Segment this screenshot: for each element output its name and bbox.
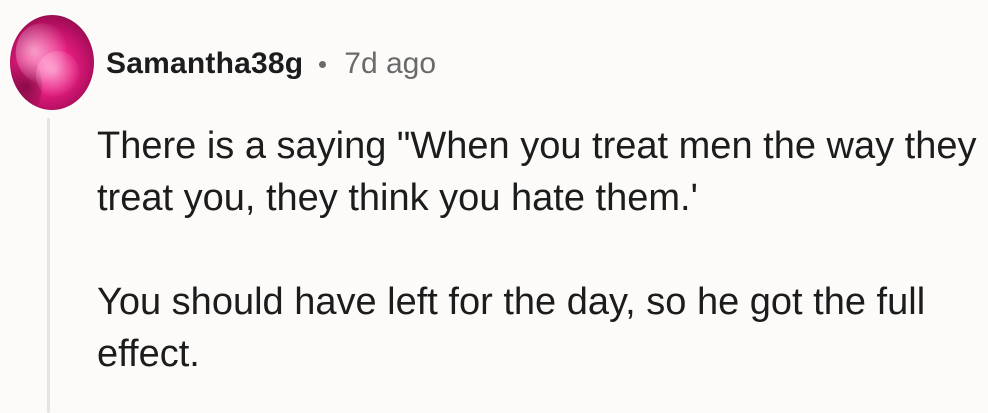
- timestamp: 7d ago: [344, 47, 437, 80]
- comment-meta: 7d ago: [319, 47, 436, 81]
- comment-paragraph: You should have left for the day, so he …: [97, 281, 926, 375]
- user-avatar[interactable]: [10, 15, 94, 110]
- thread-collapse-line[interactable]: [47, 118, 50, 413]
- comment: Samantha38g 7d ago There is a saying "Wh…: [0, 0, 988, 413]
- comment-paragraph: There is a saying "When you treat men th…: [97, 125, 977, 219]
- separator-dot-icon: [319, 60, 327, 68]
- comment-header: Samantha38g 7d ago: [106, 40, 436, 88]
- comment-body: There is a saying "When you treat men th…: [97, 120, 977, 380]
- avatar-detail: [36, 51, 80, 99]
- username-link[interactable]: Samantha38g: [106, 47, 303, 81]
